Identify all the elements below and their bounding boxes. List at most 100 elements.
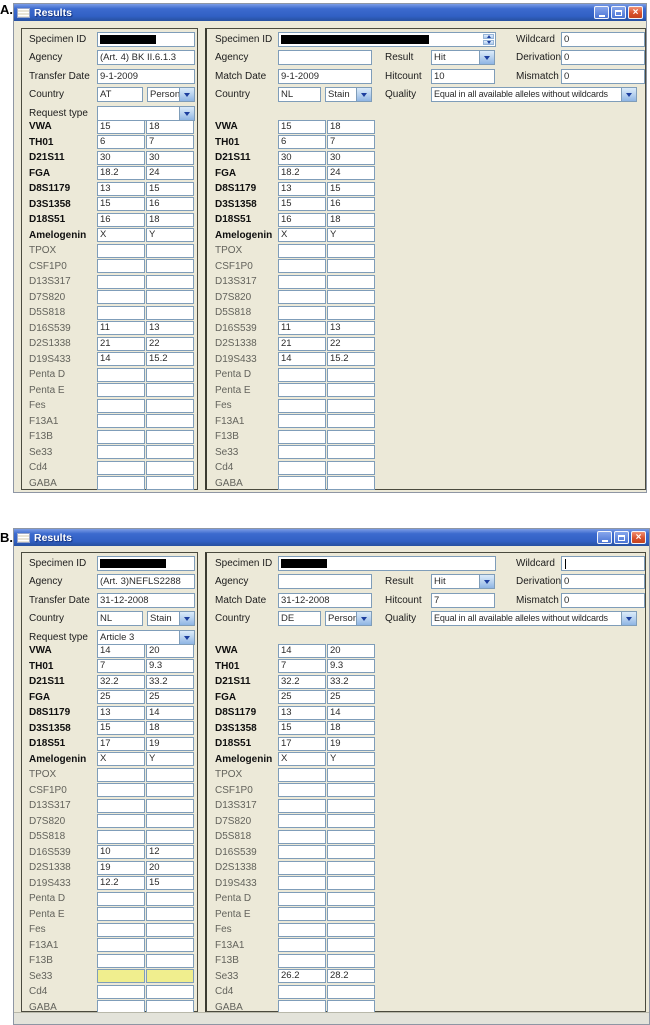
agency-field[interactable]: (Art. 4) BK II.6.1.3 [97,50,195,65]
allele-cell[interactable]: 33.2 [146,674,194,689]
country-kind-dropdown[interactable]: Stain [325,87,372,102]
allele-cell[interactable]: 20 [327,643,375,658]
allele-cell[interactable]: 18 [327,119,375,134]
allele-cell[interactable]: 14 [278,352,326,367]
title-bar[interactable]: Results × [14,4,646,21]
allele-cell[interactable] [327,476,375,491]
allele-cell[interactable] [278,398,326,413]
allele-cell[interactable]: 9.3 [146,659,194,674]
hitcount-field[interactable]: 7 [431,593,495,608]
allele-cell[interactable]: 20 [146,860,194,875]
allele-cell[interactable]: 14 [97,352,145,367]
allele-cell[interactable] [146,953,194,968]
allele-cell[interactable]: 14 [278,643,326,658]
allele-cell[interactable] [146,969,194,984]
allele-cell[interactable]: 13 [146,321,194,336]
allele-cell[interactable] [278,814,326,829]
allele-cell[interactable]: 24 [327,166,375,181]
allele-cell[interactable] [97,274,145,289]
allele-cell[interactable]: 30 [97,150,145,165]
allele-cell[interactable] [146,984,194,999]
allele-cell[interactable] [97,767,145,782]
allele-cell[interactable]: 24 [146,166,194,181]
dropdown-button[interactable] [479,51,494,64]
allele-cell[interactable]: 25 [146,690,194,705]
specimen-id-field[interactable] [278,556,496,571]
allele-cell[interactable] [278,876,326,891]
allele-cell[interactable] [327,414,375,429]
allele-cell[interactable]: X [278,228,326,243]
allele-cell[interactable] [278,367,326,382]
allele-cell[interactable]: 7 [327,135,375,150]
country-code-field[interactable]: NL [97,611,143,626]
allele-cell[interactable]: 19 [146,736,194,751]
allele-cell[interactable] [278,907,326,922]
allele-cell[interactable]: 22 [146,336,194,351]
allele-cell[interactable]: 13 [278,181,326,196]
country-kind-dropdown[interactable]: Stain [147,611,195,626]
allele-cell[interactable] [97,829,145,844]
allele-cell[interactable]: 15 [278,119,326,134]
allele-cell[interactable]: X [278,752,326,767]
country-code-field[interactable]: AT [97,87,143,102]
allele-cell[interactable] [327,274,375,289]
title-bar[interactable]: Results × [14,529,649,546]
allele-cell[interactable]: 17 [97,736,145,751]
allele-cell[interactable] [278,829,326,844]
allele-cell[interactable]: 15 [278,197,326,212]
allele-cell[interactable]: 18 [146,212,194,227]
allele-cell[interactable] [97,907,145,922]
allele-cell[interactable] [146,829,194,844]
dropdown-button[interactable] [356,612,371,625]
allele-cell[interactable]: 25 [278,690,326,705]
allele-cell[interactable]: 18 [146,119,194,134]
allele-cell[interactable] [146,259,194,274]
allele-cell[interactable]: 6 [97,135,145,150]
country-code-field[interactable]: NL [278,87,321,102]
agency-field[interactable]: (Art. 3)NEFLS2288 [97,574,195,589]
allele-cell[interactable]: 17 [278,736,326,751]
allele-cell[interactable] [278,414,326,429]
allele-cell[interactable] [327,907,375,922]
allele-cell[interactable] [146,367,194,382]
allele-cell[interactable] [327,243,375,258]
allele-cell[interactable]: 21 [97,336,145,351]
maximize-button[interactable] [614,531,629,544]
allele-cell[interactable] [278,938,326,953]
wildcard-field[interactable]: 0 [561,32,645,47]
allele-cell[interactable] [278,383,326,398]
allele-cell[interactable]: 18 [327,212,375,227]
allele-cell[interactable] [97,259,145,274]
allele-cell[interactable] [278,984,326,999]
allele-cell[interactable] [146,429,194,444]
allele-cell[interactable] [97,367,145,382]
allele-cell[interactable] [97,243,145,258]
allele-cell[interactable] [146,305,194,320]
allele-cell[interactable]: 14 [327,705,375,720]
derivation-field[interactable]: 0 [561,574,645,589]
specimen-id-field[interactable] [97,556,195,571]
allele-cell[interactable]: 13 [97,705,145,720]
allele-cell[interactable] [97,290,145,305]
allele-cell[interactable]: 15 [327,181,375,196]
spinner-control[interactable] [483,34,494,45]
allele-cell[interactable] [278,953,326,968]
allele-cell[interactable]: X [97,228,145,243]
allele-cell[interactable] [327,845,375,860]
allele-cell[interactable]: 7 [278,659,326,674]
allele-cell[interactable] [278,445,326,460]
allele-cell[interactable]: 10 [97,845,145,860]
allele-cell[interactable]: 16 [327,197,375,212]
allele-cell[interactable]: 15 [146,181,194,196]
allele-cell[interactable] [97,445,145,460]
allele-cell[interactable] [278,460,326,475]
allele-cell[interactable] [146,460,194,475]
allele-cell[interactable] [278,860,326,875]
allele-cell[interactable]: 13 [278,705,326,720]
allele-cell[interactable] [327,460,375,475]
allele-cell[interactable] [97,814,145,829]
allele-cell[interactable] [327,953,375,968]
allele-cell[interactable] [278,922,326,937]
allele-cell[interactable] [327,891,375,906]
result-dropdown[interactable]: Hit [431,574,495,589]
